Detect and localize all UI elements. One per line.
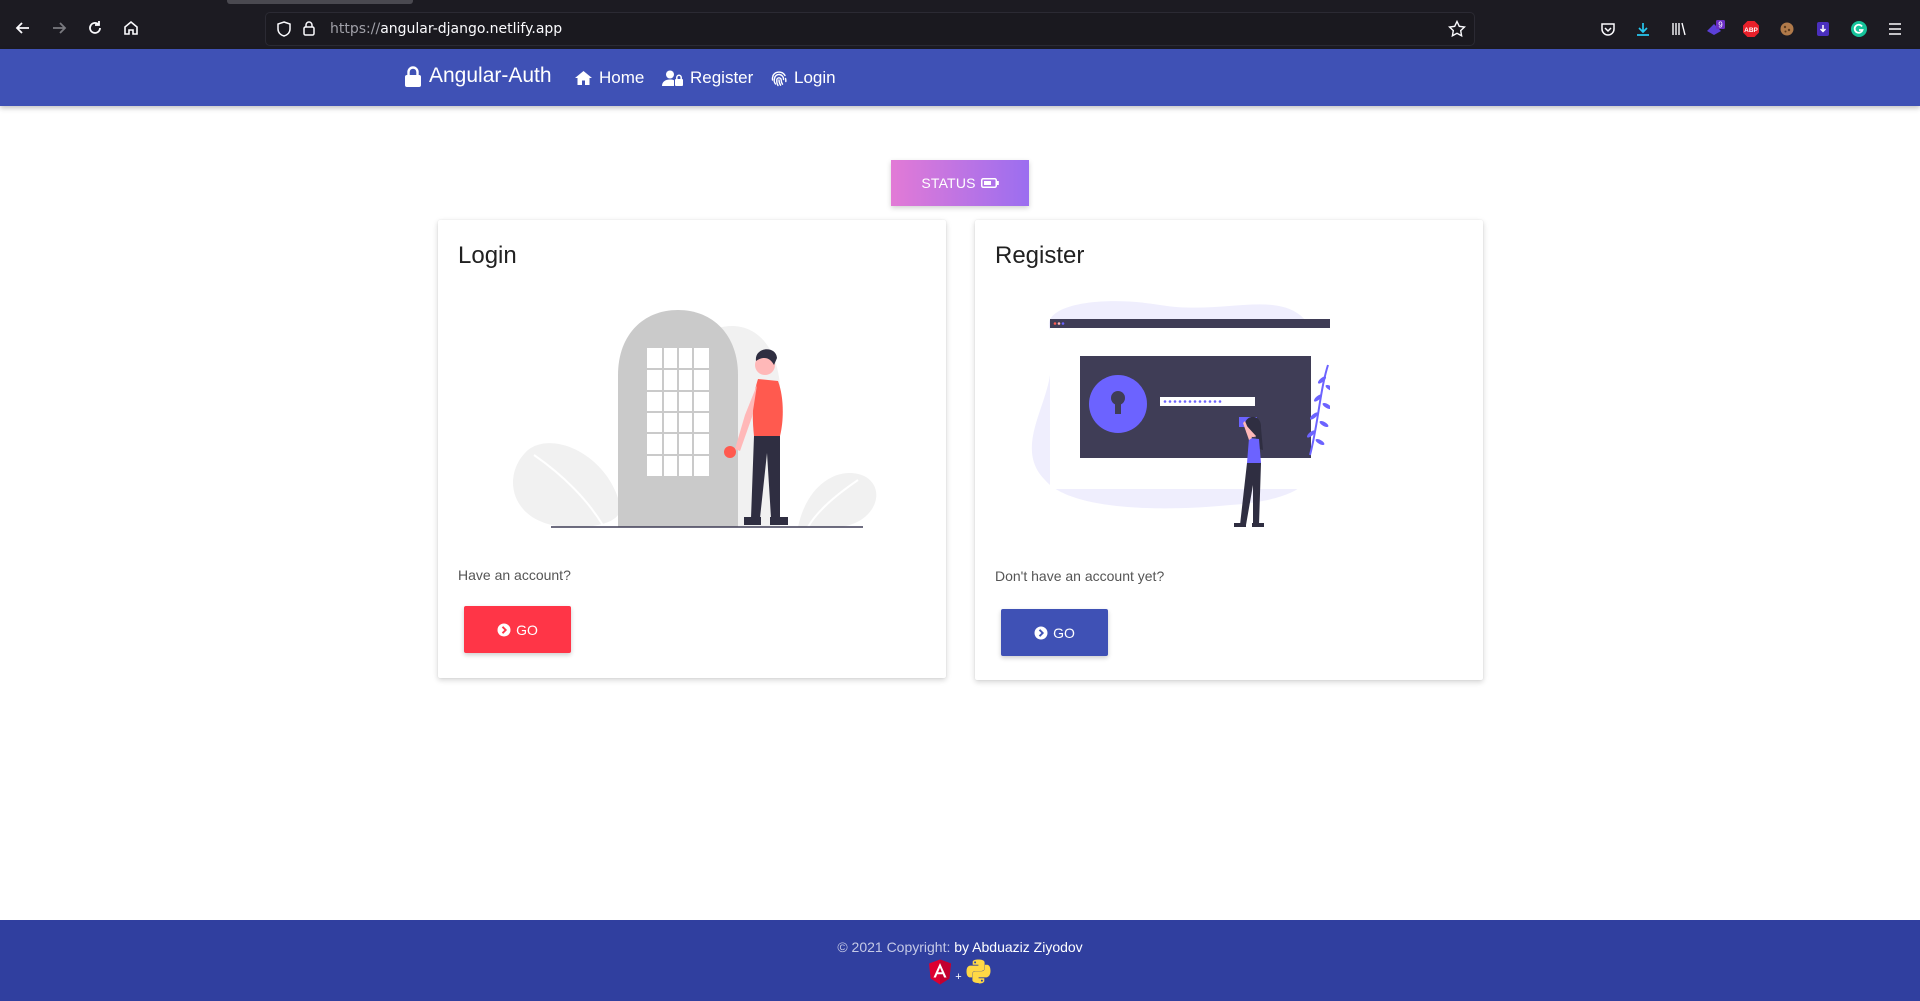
copyright-text: © 2021 Copyright: — [837, 939, 951, 955]
nav-login-label: Login — [794, 68, 836, 87]
adblock-plus-button[interactable]: ABP — [1741, 19, 1761, 39]
login-door-illustration — [512, 310, 877, 528]
downloads-button[interactable] — [1633, 19, 1653, 39]
nav-register-label: Register — [690, 68, 754, 87]
url-host: angular-django.netlify.app — [380, 21, 563, 37]
register-go-label: GO — [1053, 624, 1075, 641]
footer-copyright: © 2021 Copyright: by Abduaziz Ziyodov — [0, 939, 1920, 955]
home-button[interactable] — [120, 17, 142, 39]
cookie-icon — [1780, 22, 1794, 36]
padlock-icon — [405, 65, 421, 87]
login-card-title: Login — [458, 242, 517, 269]
back-arrow-icon — [15, 22, 29, 34]
user-lock-icon — [662, 70, 683, 86]
chevron-circle-right-icon — [497, 623, 511, 636]
register-go-button[interactable]: GO — [1001, 609, 1108, 656]
status-button[interactable]: STATUS — [891, 160, 1029, 206]
app-menu-button[interactable] — [1885, 19, 1905, 39]
battery-icon — [980, 178, 999, 188]
download-helper-icon — [1817, 22, 1829, 36]
reload-button[interactable] — [84, 17, 106, 39]
home-icon — [575, 71, 592, 85]
browser-toolbar: https://angular-django.netlify.app 9 ABP — [0, 0, 1920, 49]
angular-logo-icon — [929, 959, 952, 984]
extension-notifications[interactable]: 9 — [1705, 19, 1725, 39]
reload-icon — [89, 21, 101, 34]
download-icon — [1637, 23, 1649, 36]
extension-badge-icon: 9 — [1707, 20, 1725, 35]
address-bar[interactable]: https://angular-django.netlify.app — [266, 13, 1474, 45]
adblock-label: ABP — [1744, 27, 1758, 34]
python-logo-icon — [966, 959, 991, 984]
author-link[interactable]: by Abduaziz Ziyodov — [954, 939, 1082, 955]
extension-badge-count: 9 — [1718, 21, 1723, 30]
brand-name: Angular-Auth — [429, 64, 552, 87]
pocket-icon — [1601, 23, 1615, 36]
register-lock-screen-illustration — [1031, 301, 1330, 527]
page-footer: © 2021 Copyright: by Abduaziz Ziyodov + — [0, 920, 1920, 1001]
url-text[interactable]: https://angular-django.netlify.app — [330, 21, 562, 37]
footer-plus: + — [955, 970, 962, 983]
library-button[interactable] — [1669, 19, 1689, 39]
status-label: STATUS — [921, 175, 976, 191]
lock-icon[interactable] — [302, 20, 316, 37]
grammarly-button[interactable] — [1849, 19, 1869, 39]
download-helper-button[interactable] — [1813, 19, 1833, 39]
cookie-extension-button[interactable] — [1777, 19, 1797, 39]
register-card-title: Register — [995, 242, 1085, 269]
bookmark-star-icon[interactable] — [1448, 20, 1466, 38]
grammarly-icon — [1851, 21, 1867, 37]
tech-logos: + — [0, 958, 1920, 985]
nav-home[interactable]: Home — [574, 68, 644, 88]
login-go-label: GO — [516, 621, 538, 638]
login-go-button[interactable]: GO — [464, 606, 571, 653]
brand-link[interactable]: Angular-Auth — [404, 64, 552, 88]
fingerprint-icon — [771, 71, 787, 87]
login-card: Login Have an account? GO — [438, 220, 946, 678]
url-protocol: https:// — [330, 21, 381, 37]
login-prompt-text: Have an account? — [458, 567, 571, 583]
tracking-shield-icon[interactable] — [276, 21, 292, 37]
register-card: Register Don't have an account yet? GO — [975, 220, 1483, 680]
nav-home-label: Home — [599, 68, 645, 87]
pocket-button[interactable] — [1598, 19, 1618, 39]
register-prompt-text: Don't have an account yet? — [995, 568, 1165, 584]
home-icon — [124, 20, 138, 35]
back-button[interactable] — [12, 17, 34, 39]
forward-button[interactable] — [48, 17, 70, 39]
nav-register[interactable]: Register — [662, 68, 753, 88]
library-icon — [1672, 22, 1686, 36]
nav-login[interactable]: Login — [770, 68, 836, 88]
active-tab-indicator[interactable] — [227, 0, 413, 4]
forward-arrow-icon — [53, 22, 67, 34]
top-navbar: Angular-Auth Home Register Login — [0, 49, 1920, 106]
hamburger-menu-icon — [1889, 23, 1901, 35]
adblock-icon: ABP — [1743, 21, 1759, 37]
chevron-circle-right-icon — [1034, 626, 1048, 639]
